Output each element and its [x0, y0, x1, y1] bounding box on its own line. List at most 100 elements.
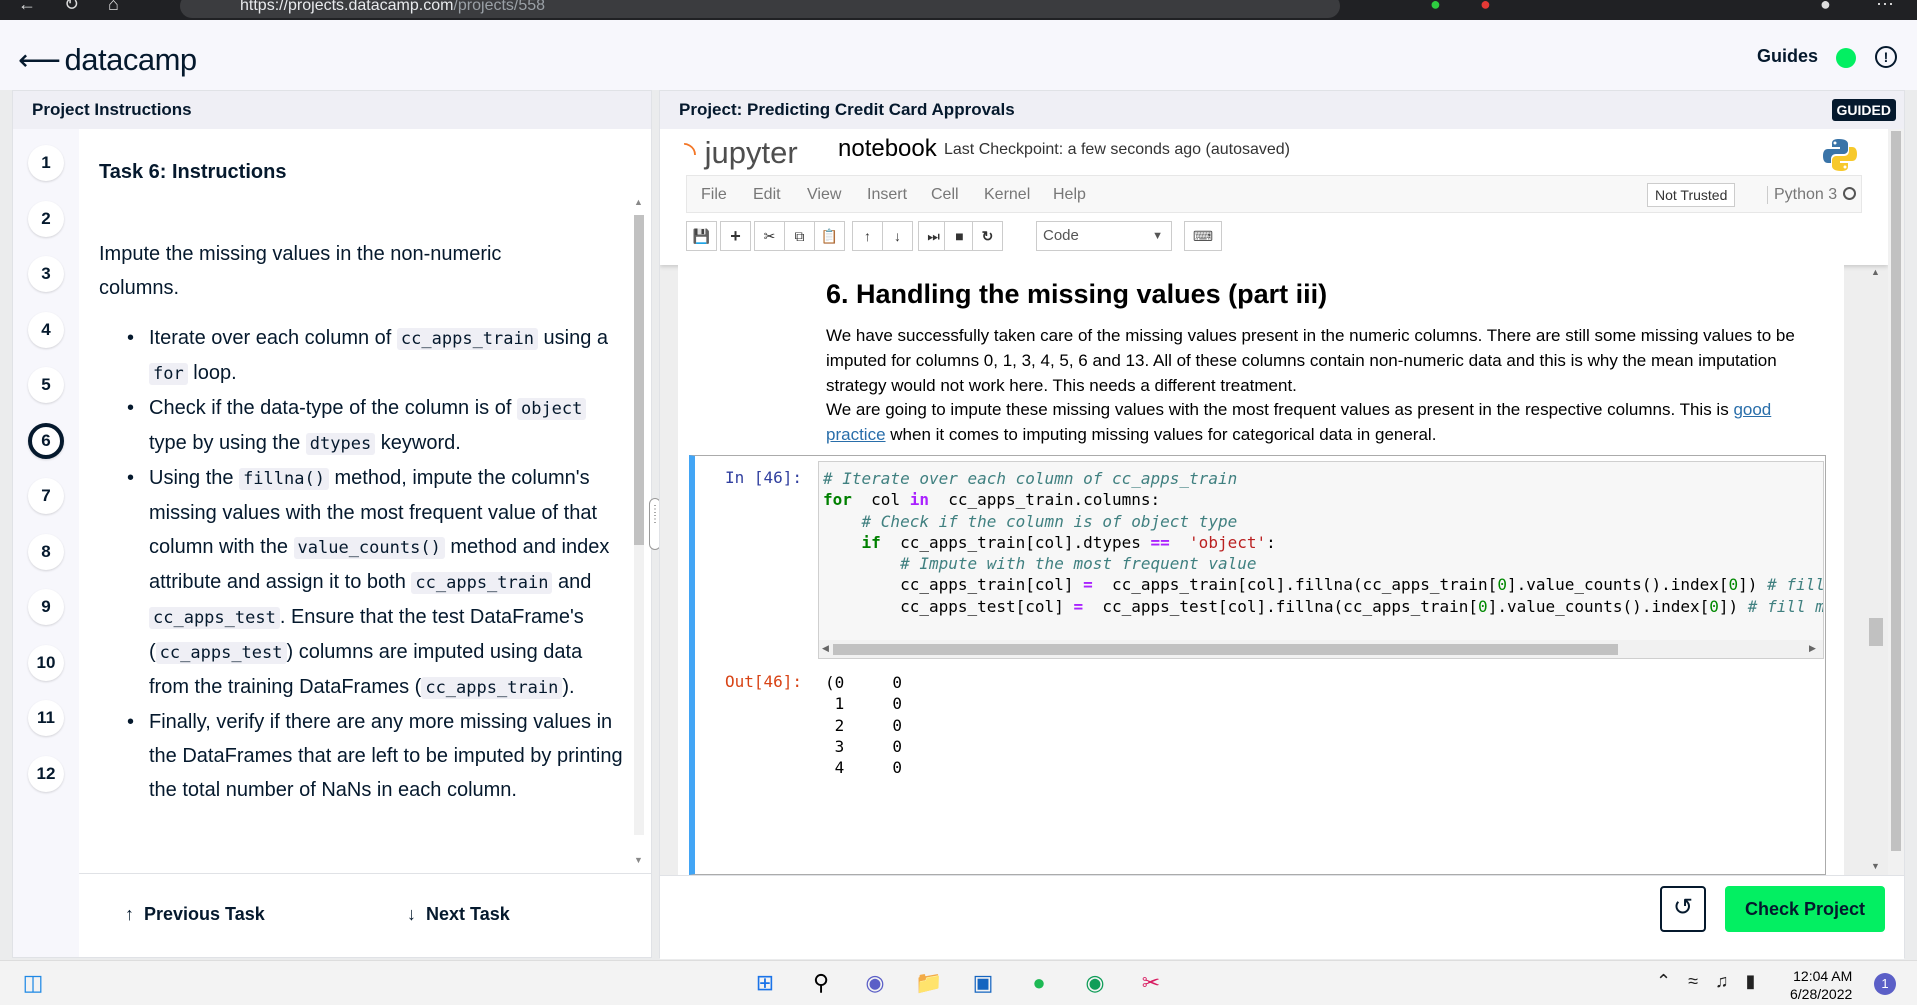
menu-view[interactable]: View: [807, 186, 841, 204]
panel-scrollbar[interactable]: [1888, 129, 1904, 875]
scroll-down-icon[interactable]: ▼: [1871, 861, 1880, 871]
address-bar[interactable]: https://projects.datacamp.com/projects/5…: [180, 0, 1340, 18]
chat-icon[interactable]: ◉: [860, 968, 890, 998]
inline-code: cc_apps_train: [421, 677, 563, 699]
instruction-list: Iterate over each column of cc_apps_trai…: [99, 321, 624, 807]
profile-avatar-icon[interactable]: ●: [1820, 0, 1831, 15]
edge-icon[interactable]: ◉: [1080, 968, 1110, 998]
battery-icon[interactable]: ▮: [1746, 971, 1762, 991]
guides-toggle-label[interactable]: Guides: [1757, 46, 1818, 67]
home-icon[interactable]: ⌂: [108, 0, 119, 15]
inline-code: cc_apps_train: [396, 328, 538, 350]
task-step-6[interactable]: 6: [28, 422, 64, 459]
instructions-scrollbar[interactable]: ▲ ▼: [630, 191, 648, 871]
code-token: =: [1083, 575, 1093, 595]
scroll-up-icon[interactable]: ▲: [1871, 267, 1880, 277]
instruction-text: ).: [562, 676, 575, 698]
menu-edit[interactable]: Edit: [753, 186, 781, 204]
menu-cell[interactable]: Cell: [931, 186, 959, 204]
horizontal-scrollbar[interactable]: ◀ ▶: [819, 640, 1823, 658]
notification-badge[interactable]: 1: [1874, 973, 1896, 995]
previous-task-button[interactable]: ↑ Previous Task: [125, 904, 265, 925]
task-step-3[interactable]: 3: [28, 256, 64, 292]
task-step-11[interactable]: 11: [28, 700, 64, 736]
menu-file[interactable]: File: [701, 186, 727, 204]
grammarly-extension-icon[interactable]: ●: [1430, 0, 1441, 15]
scroll-down-icon[interactable]: ▼: [634, 855, 643, 865]
code-token: col: [851, 490, 910, 510]
code-text[interactable]: # Iterate over each column of cc_apps_tr…: [823, 468, 1823, 658]
start-icon[interactable]: ⊞: [750, 968, 780, 998]
kernel-indicator[interactable]: Python 3: [1767, 186, 1857, 204]
menu-help[interactable]: Help: [1053, 186, 1086, 204]
instruction-text: Check if the data-type of the column is …: [149, 397, 517, 419]
cut-icon[interactable]: ✂: [754, 221, 785, 251]
restart-icon[interactable]: ↻: [972, 221, 1003, 251]
save-icon[interactable]: 💾: [686, 221, 717, 251]
move-down-icon[interactable]: ↓: [882, 221, 913, 251]
scroll-left-icon[interactable]: ◀: [822, 643, 829, 654]
inline-code: dtypes: [305, 433, 376, 455]
scroll-thumb[interactable]: [1891, 131, 1901, 851]
notebook-scrollbar[interactable]: ▲ ▼: [1866, 265, 1886, 875]
chevron-up-icon[interactable]: ⌃: [1656, 971, 1677, 991]
widgets-icon[interactable]: ◫: [18, 968, 48, 998]
extension-icon[interactable]: ●: [1480, 0, 1491, 15]
menu-insert[interactable]: Insert: [867, 186, 907, 204]
code-token: :: [1266, 532, 1276, 552]
paste-icon[interactable]: 📋: [814, 221, 845, 251]
code-token: cc_apps_train[col]: [823, 575, 1084, 595]
code-line: cc_apps_test[col] = cc_apps_test[col].fi…: [823, 596, 1823, 617]
spotify-icon[interactable]: ●: [1024, 968, 1054, 998]
refresh-icon[interactable]: ↻: [64, 0, 79, 15]
insert-cell-icon[interactable]: +: [720, 221, 751, 251]
jupyter-logo[interactable]: ◝ jupyter: [684, 135, 798, 171]
file-explorer-icon[interactable]: 📁: [914, 968, 944, 998]
menu-kernel[interactable]: Kernel: [984, 186, 1030, 204]
volume-icon[interactable]: ♫: [1715, 971, 1735, 991]
store-icon[interactable]: ▣: [968, 968, 998, 998]
task-step-10[interactable]: 10: [28, 644, 64, 681]
scroll-right-icon[interactable]: ▶: [1809, 643, 1816, 654]
notebook-name[interactable]: notebook: [838, 135, 937, 163]
system-tray[interactable]: ⌃ ≈ ♫ ▮: [1656, 971, 1761, 992]
task-step-1[interactable]: 1: [28, 145, 64, 181]
code-token: 'object': [1189, 532, 1267, 552]
snipping-tool-icon[interactable]: ✂: [1136, 968, 1166, 998]
wifi-icon[interactable]: ≈: [1688, 971, 1704, 991]
task-step-2[interactable]: 2: [28, 200, 64, 237]
cell-type-select[interactable]: Code ▼: [1036, 221, 1172, 251]
task-step-7[interactable]: 7: [28, 478, 64, 514]
datacamp-logo[interactable]: ⟵ datacamp: [18, 42, 197, 78]
task-step-5[interactable]: 5: [28, 367, 64, 403]
instruction-text: type by using the: [149, 432, 306, 454]
code-line: for col in cc_apps_train.columns:: [823, 489, 1823, 510]
code-editor[interactable]: # Iterate over each column of cc_apps_tr…: [818, 461, 1824, 659]
guides-status-dot[interactable]: [1836, 48, 1856, 68]
task-step-9[interactable]: 9: [28, 589, 64, 625]
markdown-paragraph-2: We are going to impute these missing val…: [826, 397, 1816, 447]
not-trusted-button[interactable]: Not Trusted: [1647, 183, 1736, 207]
info-icon[interactable]: !: [1875, 46, 1897, 68]
check-project-button[interactable]: Check Project: [1725, 886, 1885, 932]
back-arrow-icon[interactable]: ←: [18, 0, 36, 15]
task-step-4[interactable]: 4: [28, 311, 64, 348]
jupyter-header: ◝ jupyter notebook Last Checkpoint: a fe…: [660, 129, 1888, 265]
next-task-button[interactable]: ↓ Next Task: [407, 904, 510, 925]
scroll-thumb[interactable]: [634, 215, 644, 545]
clock[interactable]: 12:04 AM 6/28/2022: [1790, 967, 1852, 1003]
scroll-thumb[interactable]: [1869, 618, 1883, 646]
search-icon[interactable]: ⚲: [806, 968, 836, 998]
task-step-12[interactable]: 12: [28, 755, 64, 792]
stop-icon[interactable]: ■: [944, 221, 975, 251]
scroll-thumb[interactable]: [833, 644, 1618, 655]
code-cell[interactable]: In [46]: # Iterate over each column of c…: [689, 455, 1826, 875]
copy-icon[interactable]: ⧉: [784, 221, 815, 251]
move-up-icon[interactable]: ↑: [852, 221, 883, 251]
task-step-8[interactable]: 8: [28, 533, 64, 570]
keyboard-shortcuts-icon[interactable]: ⌨: [1184, 221, 1222, 251]
scroll-up-icon[interactable]: ▲: [634, 197, 643, 207]
reset-icon[interactable]: ↺: [1660, 886, 1706, 932]
more-menu-icon[interactable]: ⋯: [1876, 0, 1894, 15]
